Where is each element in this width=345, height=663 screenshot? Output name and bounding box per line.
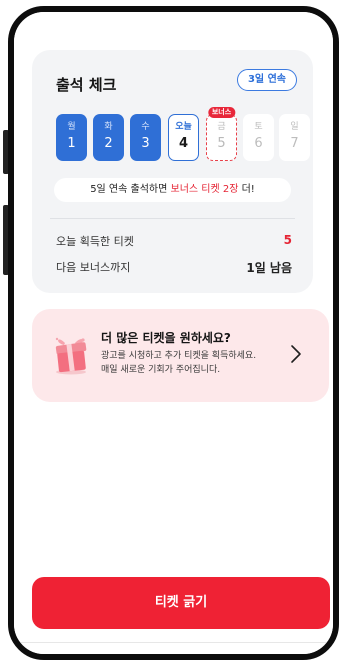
day-wed: 수 3 bbox=[130, 114, 161, 161]
stat-next-bonus: 다음 보너스까지 1일 남음 bbox=[56, 259, 292, 277]
day-sun: 일 7 bbox=[279, 114, 310, 161]
day-number: 5 bbox=[217, 136, 226, 151]
chevron-right-icon[interactable] bbox=[289, 344, 303, 364]
day-label: 화 bbox=[104, 122, 113, 132]
day-number: 7 bbox=[290, 136, 299, 151]
attendance-card: 출석 체크 3일 연속 월 1 화 2 수 3 오늘 4 보너스 금 5 토 6… bbox=[32, 50, 313, 293]
day-number: 1 bbox=[67, 136, 76, 151]
day-sat: 토 6 bbox=[243, 114, 274, 161]
stat-label: 다음 보너스까지 bbox=[56, 261, 131, 274]
divider bbox=[50, 218, 295, 219]
gift-icon bbox=[55, 337, 87, 375]
day-label: 토 bbox=[254, 122, 263, 132]
day-fri-bonus: 보너스 금 5 bbox=[206, 107, 237, 161]
stat-value: 5 bbox=[283, 233, 292, 247]
day-label: 일 bbox=[290, 122, 299, 132]
day-number: 2 bbox=[104, 136, 113, 151]
stat-label: 오늘 획득한 티켓 bbox=[56, 235, 134, 248]
promo-desc-line: 광고를 시청하고 추가 티켓을 획득하세요. bbox=[101, 351, 257, 361]
day-label: 월 bbox=[67, 122, 76, 132]
notice-suffix: 더! bbox=[238, 184, 255, 195]
bonus-notice: 5일 연속 출석하면 보너스 티켓 2장 더! bbox=[54, 178, 291, 202]
bonus-tag: 보너스 bbox=[207, 107, 236, 118]
day-label: 수 bbox=[141, 122, 150, 132]
promo-desc-line: 매일 새로운 기회가 주어집니다. bbox=[101, 365, 221, 375]
promo-description: 광고를 시청하고 추가 티켓을 획득하세요. 매일 새로운 기회가 주어집니다. bbox=[101, 349, 291, 377]
day-mon: 월 1 bbox=[56, 114, 87, 161]
day-today[interactable]: 오늘 4 bbox=[168, 114, 199, 161]
stat-today-tickets: 오늘 획득한 티켓 5 bbox=[56, 233, 292, 251]
promo-title: 더 많은 티켓을 원하세요? bbox=[101, 331, 231, 345]
day-label: 금 bbox=[217, 122, 226, 132]
screen: 출석 체크 3일 연속 월 1 화 2 수 3 오늘 4 보너스 금 5 토 6… bbox=[14, 12, 333, 654]
scratch-ticket-button[interactable]: 티켓 긁기 bbox=[32, 577, 330, 629]
phone-frame: 출석 체크 3일 연속 월 1 화 2 수 3 오늘 4 보너스 금 5 토 6… bbox=[8, 6, 339, 660]
day-number: 3 bbox=[141, 136, 150, 151]
day-tue: 화 2 bbox=[93, 114, 124, 161]
stat-value: 1일 남음 bbox=[246, 261, 292, 275]
streak-badge: 3일 연속 bbox=[236, 69, 297, 91]
bottom-divider bbox=[14, 642, 333, 643]
attendance-days: 월 1 화 2 수 3 오늘 4 보너스 금 5 토 6 일 7 bbox=[56, 107, 310, 162]
day-number: 4 bbox=[178, 136, 189, 151]
day-label: 오늘 bbox=[175, 122, 192, 132]
attendance-title: 출석 체크 bbox=[56, 76, 117, 94]
more-tickets-promo[interactable]: 더 많은 티켓을 원하세요? 광고를 시청하고 추가 티켓을 획득하세요. 매일… bbox=[32, 309, 329, 402]
day-number: 6 bbox=[254, 136, 263, 151]
notice-highlight: 보너스 티켓 2장 bbox=[170, 184, 239, 195]
notice-prefix: 5일 연속 출석하면 bbox=[90, 184, 171, 195]
